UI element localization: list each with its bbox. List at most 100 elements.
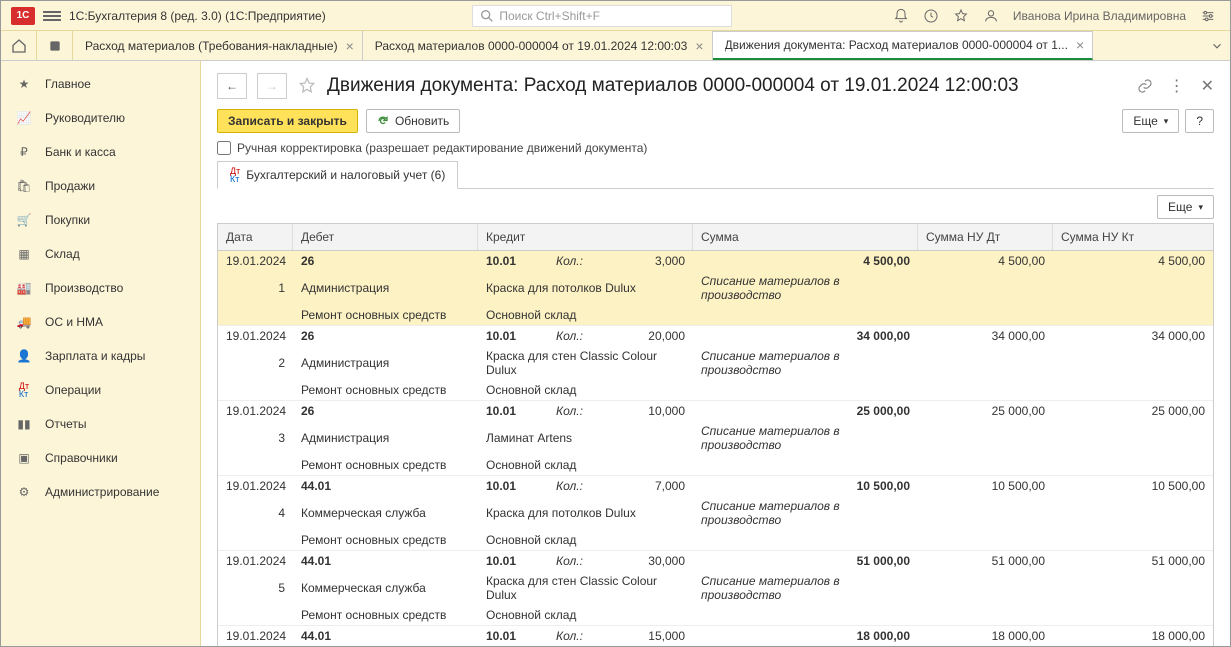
tab-accounting[interactable]: ДтКт Бухгалтерский и налоговый учет (6) [217, 161, 458, 189]
cell-material: Краска для потолков Dulux [478, 503, 693, 523]
table-row[interactable]: 19.01.2024 26 10.01 Кол.: 10,000 25 000,… [218, 401, 1213, 476]
chevron-down-icon[interactable] [1210, 39, 1224, 53]
cell-debit-acc: 44.01 [293, 476, 478, 496]
forward-button: → [257, 73, 287, 99]
cell-nud: 51 000,00 [918, 551, 1053, 571]
tab-1[interactable]: Расход материалов (Требования-накладные)… [73, 31, 363, 60]
cell-date: 19.01.2024 [218, 326, 293, 346]
sidebar-item-sales[interactable]: 🛍 Продажи [1, 169, 200, 203]
sidebar-item-assets[interactable]: 🚚ОС и НМА [1, 305, 200, 339]
favorite-star-icon[interactable] [297, 76, 317, 96]
col-debit[interactable]: Дебет [293, 224, 478, 250]
cell-qty-label: Кол.: [548, 401, 593, 421]
person-icon: 👤 [15, 348, 33, 364]
back-button[interactable]: ← [217, 73, 247, 99]
col-nud[interactable]: Сумма НУ Дт [918, 224, 1053, 250]
settings-icon[interactable] [1200, 8, 1216, 24]
bag-icon: 🛍 [15, 178, 33, 194]
cell-debit-sub1: Администрация [293, 428, 478, 448]
col-nuk[interactable]: Сумма НУ Кт [1053, 224, 1213, 250]
user-icon [983, 8, 999, 24]
tab-2-label: Расход материалов 0000-000004 от 19.01.2… [375, 39, 688, 53]
cell-qty: 30,000 [593, 551, 693, 571]
table-row[interactable]: 19.01.2024 44.01 10.01 Кол.: 30,000 51 0… [218, 551, 1213, 626]
refresh-button[interactable]: Обновить [366, 109, 460, 133]
cell-credit-acc: 10.01 [478, 326, 548, 346]
star-icon[interactable] [953, 8, 969, 24]
cell-nud: 18 000,00 [918, 626, 1053, 646]
sidebar-item-hr[interactable]: 👤Зарплата и кадры [1, 339, 200, 373]
cell-sum: 34 000,00 [693, 326, 918, 346]
manual-edit-label: Ручная корректировка (разрешает редактир… [237, 141, 647, 155]
cell-location: Основной склад [478, 305, 693, 325]
sidebar-label: Продажи [45, 179, 95, 193]
sidebar-item-main[interactable]: ★Главное [1, 67, 200, 101]
sidebar-item-production[interactable]: 🏭Производство [1, 271, 200, 305]
help-button[interactable]: ? [1185, 109, 1214, 133]
sidebar-item-manager[interactable]: 📈Руководителю [1, 101, 200, 135]
sidebar-item-stock[interactable]: ▦ Склад [1, 237, 200, 271]
user-name[interactable]: Иванова Ирина Владимировна [1013, 9, 1186, 23]
cell-debit-acc: 44.01 [293, 626, 478, 646]
cell-debit-sub1: Коммерческая служба [293, 578, 478, 598]
close-icon[interactable]: × [695, 38, 703, 54]
sidebar-item-catalogs[interactable]: ▣Справочники [1, 441, 200, 475]
sidebar-label: Отчеты [45, 417, 86, 431]
col-credit[interactable]: Кредит [478, 224, 693, 250]
col-sum[interactable]: Сумма [693, 224, 918, 250]
sidebar-label: Покупки [45, 213, 90, 227]
sidebar-label: Справочники [45, 451, 118, 465]
sidebar-label: Руководителю [45, 111, 125, 125]
ruble-icon: ₽ [15, 144, 33, 160]
table-row[interactable]: 19.01.2024 44.01 10.01 Кол.: 15,000 18 0… [218, 626, 1213, 646]
more-button[interactable]: Еще ▾ [1122, 109, 1179, 133]
cell-qty: 10,000 [593, 401, 693, 421]
bell-icon[interactable] [893, 8, 909, 24]
boxes-icon: ▦ [15, 246, 33, 262]
dtkt-icon: ДтКт [230, 167, 240, 183]
cell-row-number: 2 [218, 353, 293, 373]
history-icon[interactable] [923, 8, 939, 24]
sidebar-item-admin[interactable]: ⚙Администрирование [1, 475, 200, 509]
sidebar-label: Склад [45, 247, 80, 261]
cell-qty: 3,000 [593, 251, 693, 271]
link-icon[interactable] [1137, 78, 1153, 94]
cell-debit-acc: 26 [293, 251, 478, 271]
tab-2[interactable]: Расход материалов 0000-000004 от 19.01.2… [363, 31, 713, 60]
sidebar-label: Банк и касса [45, 145, 116, 159]
cell-material: Ламинат Artens [478, 428, 693, 448]
tab-3[interactable]: Движения документа: Расход материалов 00… [713, 31, 1094, 60]
grid-more-button[interactable]: Еще ▾ [1157, 195, 1214, 219]
menu-icon[interactable] [43, 9, 61, 23]
pinned-icon[interactable] [37, 31, 73, 60]
cell-nud: 34 000,00 [918, 326, 1053, 346]
document-tabs: Расход материалов (Требования-накладные)… [1, 31, 1230, 61]
cell-location: Основной склад [478, 605, 693, 625]
sidebar-item-bank[interactable]: ₽ Банк и касса [1, 135, 200, 169]
cell-desc: Списание материалов в производство [693, 496, 918, 530]
cell-date: 19.01.2024 [218, 401, 293, 421]
table-row[interactable]: 19.01.2024 26 10.01 Кол.: 20,000 34 000,… [218, 326, 1213, 401]
cell-nuk: 4 500,00 [1053, 251, 1213, 271]
col-date[interactable]: Дата [218, 224, 293, 250]
more-menu-icon[interactable]: ⋮ [1169, 76, 1185, 96]
cell-debit-sub2: Ремонт основных средств [293, 605, 478, 625]
cell-location: Основной склад [478, 380, 693, 400]
search-input[interactable]: Поиск Ctrl+Shift+F [472, 5, 732, 27]
save-close-button[interactable]: Записать и закрыть [217, 109, 358, 133]
sidebar: ★Главное 📈Руководителю ₽ Банк и касса 🛍 Пр… [1, 61, 201, 646]
home-icon[interactable] [1, 31, 37, 60]
cell-nud: 25 000,00 [918, 401, 1053, 421]
cell-debit-sub2: Ремонт основных средств [293, 380, 478, 400]
table-row[interactable]: 19.01.2024 26 10.01 Кол.: 3,000 4 500,00… [218, 251, 1213, 326]
manual-edit-checkbox[interactable] [217, 141, 231, 155]
sidebar-item-reports[interactable]: ▮▮Отчеты [1, 407, 200, 441]
table-row[interactable]: 19.01.2024 44.01 10.01 Кол.: 7,000 10 50… [218, 476, 1213, 551]
sidebar-item-operations[interactable]: ДтКтОперации [1, 373, 200, 407]
cell-row-number: 1 [218, 278, 293, 298]
sidebar-item-purchases[interactable]: 🛒Покупки [1, 203, 200, 237]
close-button[interactable]: ✕ [1201, 76, 1214, 96]
cell-qty: 7,000 [593, 476, 693, 496]
close-icon[interactable]: × [1076, 37, 1084, 53]
close-icon[interactable]: × [346, 38, 354, 54]
